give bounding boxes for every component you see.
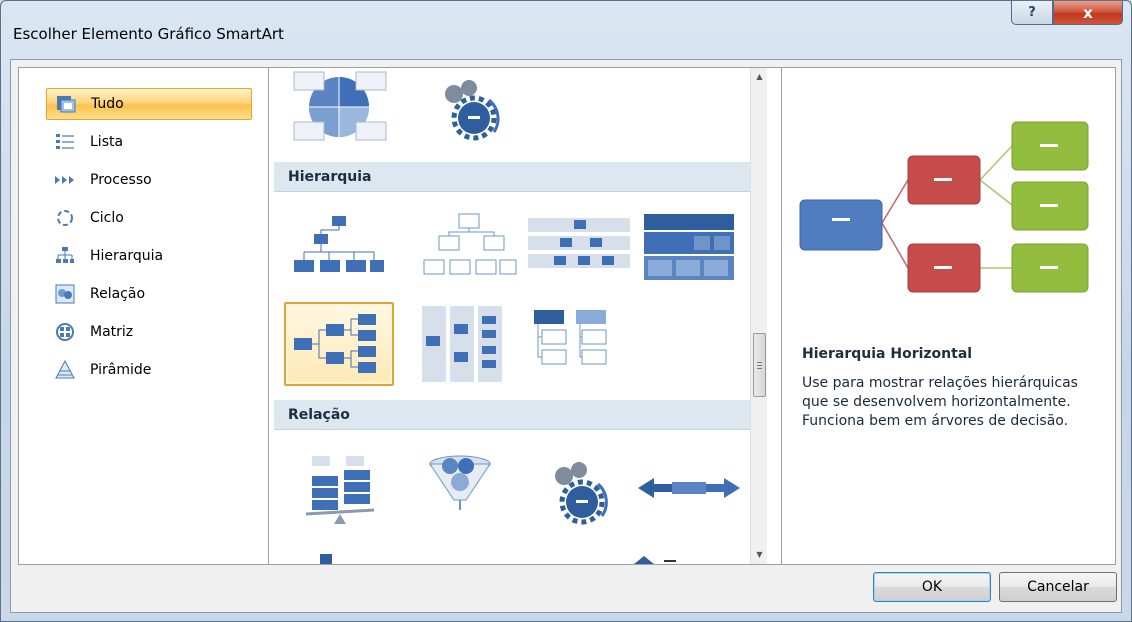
- category-item-lista[interactable]: Lista: [46, 126, 252, 158]
- help-button[interactable]: ?: [1011, 1, 1053, 25]
- matrix-icon: [54, 321, 76, 343]
- layout-gallery: Hierarquia Relação ▲ ▼: [268, 67, 782, 565]
- scroll-thumb[interactable]: [753, 333, 766, 397]
- layout-thumbnail[interactable]: [634, 452, 744, 536]
- close-icon: x: [1083, 3, 1093, 22]
- layout-thumbnail[interactable]: [524, 208, 634, 292]
- layout-thumbnail[interactable]: [414, 208, 524, 292]
- list-icon: [54, 131, 76, 153]
- category-item-tudo[interactable]: Tudo: [46, 88, 252, 120]
- category-list: Tudo Lista Processo Ciclo Hierarquia Rel…: [18, 67, 268, 565]
- hierarchy-icon: [54, 245, 76, 267]
- layout-thumbnail[interactable]: [634, 208, 744, 292]
- category-label: Hierarquia: [90, 248, 164, 264]
- category-label: Processo: [90, 172, 152, 188]
- layout-thumbnail[interactable]: [524, 302, 634, 386]
- category-item-relacao[interactable]: Relação: [46, 278, 252, 310]
- relationship-icon: [54, 283, 76, 305]
- preview-pane: Hierarquia Horizontal Use para mostrar r…: [782, 67, 1116, 565]
- preview-description: Use para mostrar relações hierárquicas q…: [802, 375, 1078, 429]
- layout-thumbnail[interactable]: [284, 208, 394, 292]
- scroll-down-icon[interactable]: ▼: [751, 546, 768, 563]
- category-item-hierarquia[interactable]: Hierarquia: [46, 240, 252, 272]
- ok-button[interactable]: OK: [873, 572, 991, 602]
- layout-thumbnail[interactable]: [524, 452, 634, 536]
- layout-thumbnail[interactable]: [414, 452, 524, 536]
- layout-thumbnail[interactable]: [414, 302, 524, 386]
- layout-preview-image: [799, 121, 1089, 293]
- smartart-dialog: Escolher Elemento Gráfico SmartArt ? x T…: [0, 0, 1132, 622]
- scroll-up-icon[interactable]: ▲: [751, 68, 768, 85]
- title-bar: Escolher Elemento Gráfico SmartArt ? x: [1, 1, 1131, 61]
- close-button[interactable]: x: [1053, 1, 1123, 25]
- section-header-hierarquia: Hierarquia: [274, 162, 750, 192]
- layout-thumbnail[interactable]: [414, 70, 524, 154]
- category-item-processo[interactable]: Processo: [46, 164, 252, 196]
- layout-thumbnail[interactable]: [284, 548, 394, 564]
- help-icon: ?: [1028, 5, 1036, 20]
- category-label: Lista: [90, 134, 124, 150]
- category-item-piramide[interactable]: Pirâmide: [46, 354, 252, 386]
- section-header-relacao: Relação: [274, 400, 750, 430]
- category-label: Ciclo: [90, 210, 124, 226]
- category-item-ciclo[interactable]: Ciclo: [46, 202, 252, 234]
- category-label: Tudo: [91, 96, 124, 112]
- cycle-icon: [54, 207, 76, 229]
- gallery-scrollbar[interactable]: ▲ ▼: [750, 68, 767, 564]
- layout-thumbnail[interactable]: [634, 548, 744, 564]
- category-label: Relação: [90, 286, 146, 302]
- pyramid-icon: [54, 359, 76, 381]
- category-label: Matriz: [90, 324, 134, 340]
- cancel-button[interactable]: Cancelar: [999, 572, 1117, 602]
- dialog-title: Escolher Elemento Gráfico SmartArt: [13, 25, 284, 43]
- category-label: Pirâmide: [90, 362, 152, 378]
- dialog-body: Tudo Lista Processo Ciclo Hierarquia Rel…: [10, 59, 1122, 613]
- layout-thumbnail[interactable]: [284, 452, 394, 536]
- preview-title: Hierarquia Horizontal: [802, 346, 973, 362]
- layout-thumbnail-hierarquia-horizontal[interactable]: [284, 302, 394, 386]
- layout-thumbnail[interactable]: [284, 70, 394, 154]
- all-icon: [55, 93, 77, 115]
- process-icon: [54, 169, 76, 191]
- category-item-matriz[interactable]: Matriz: [46, 316, 252, 348]
